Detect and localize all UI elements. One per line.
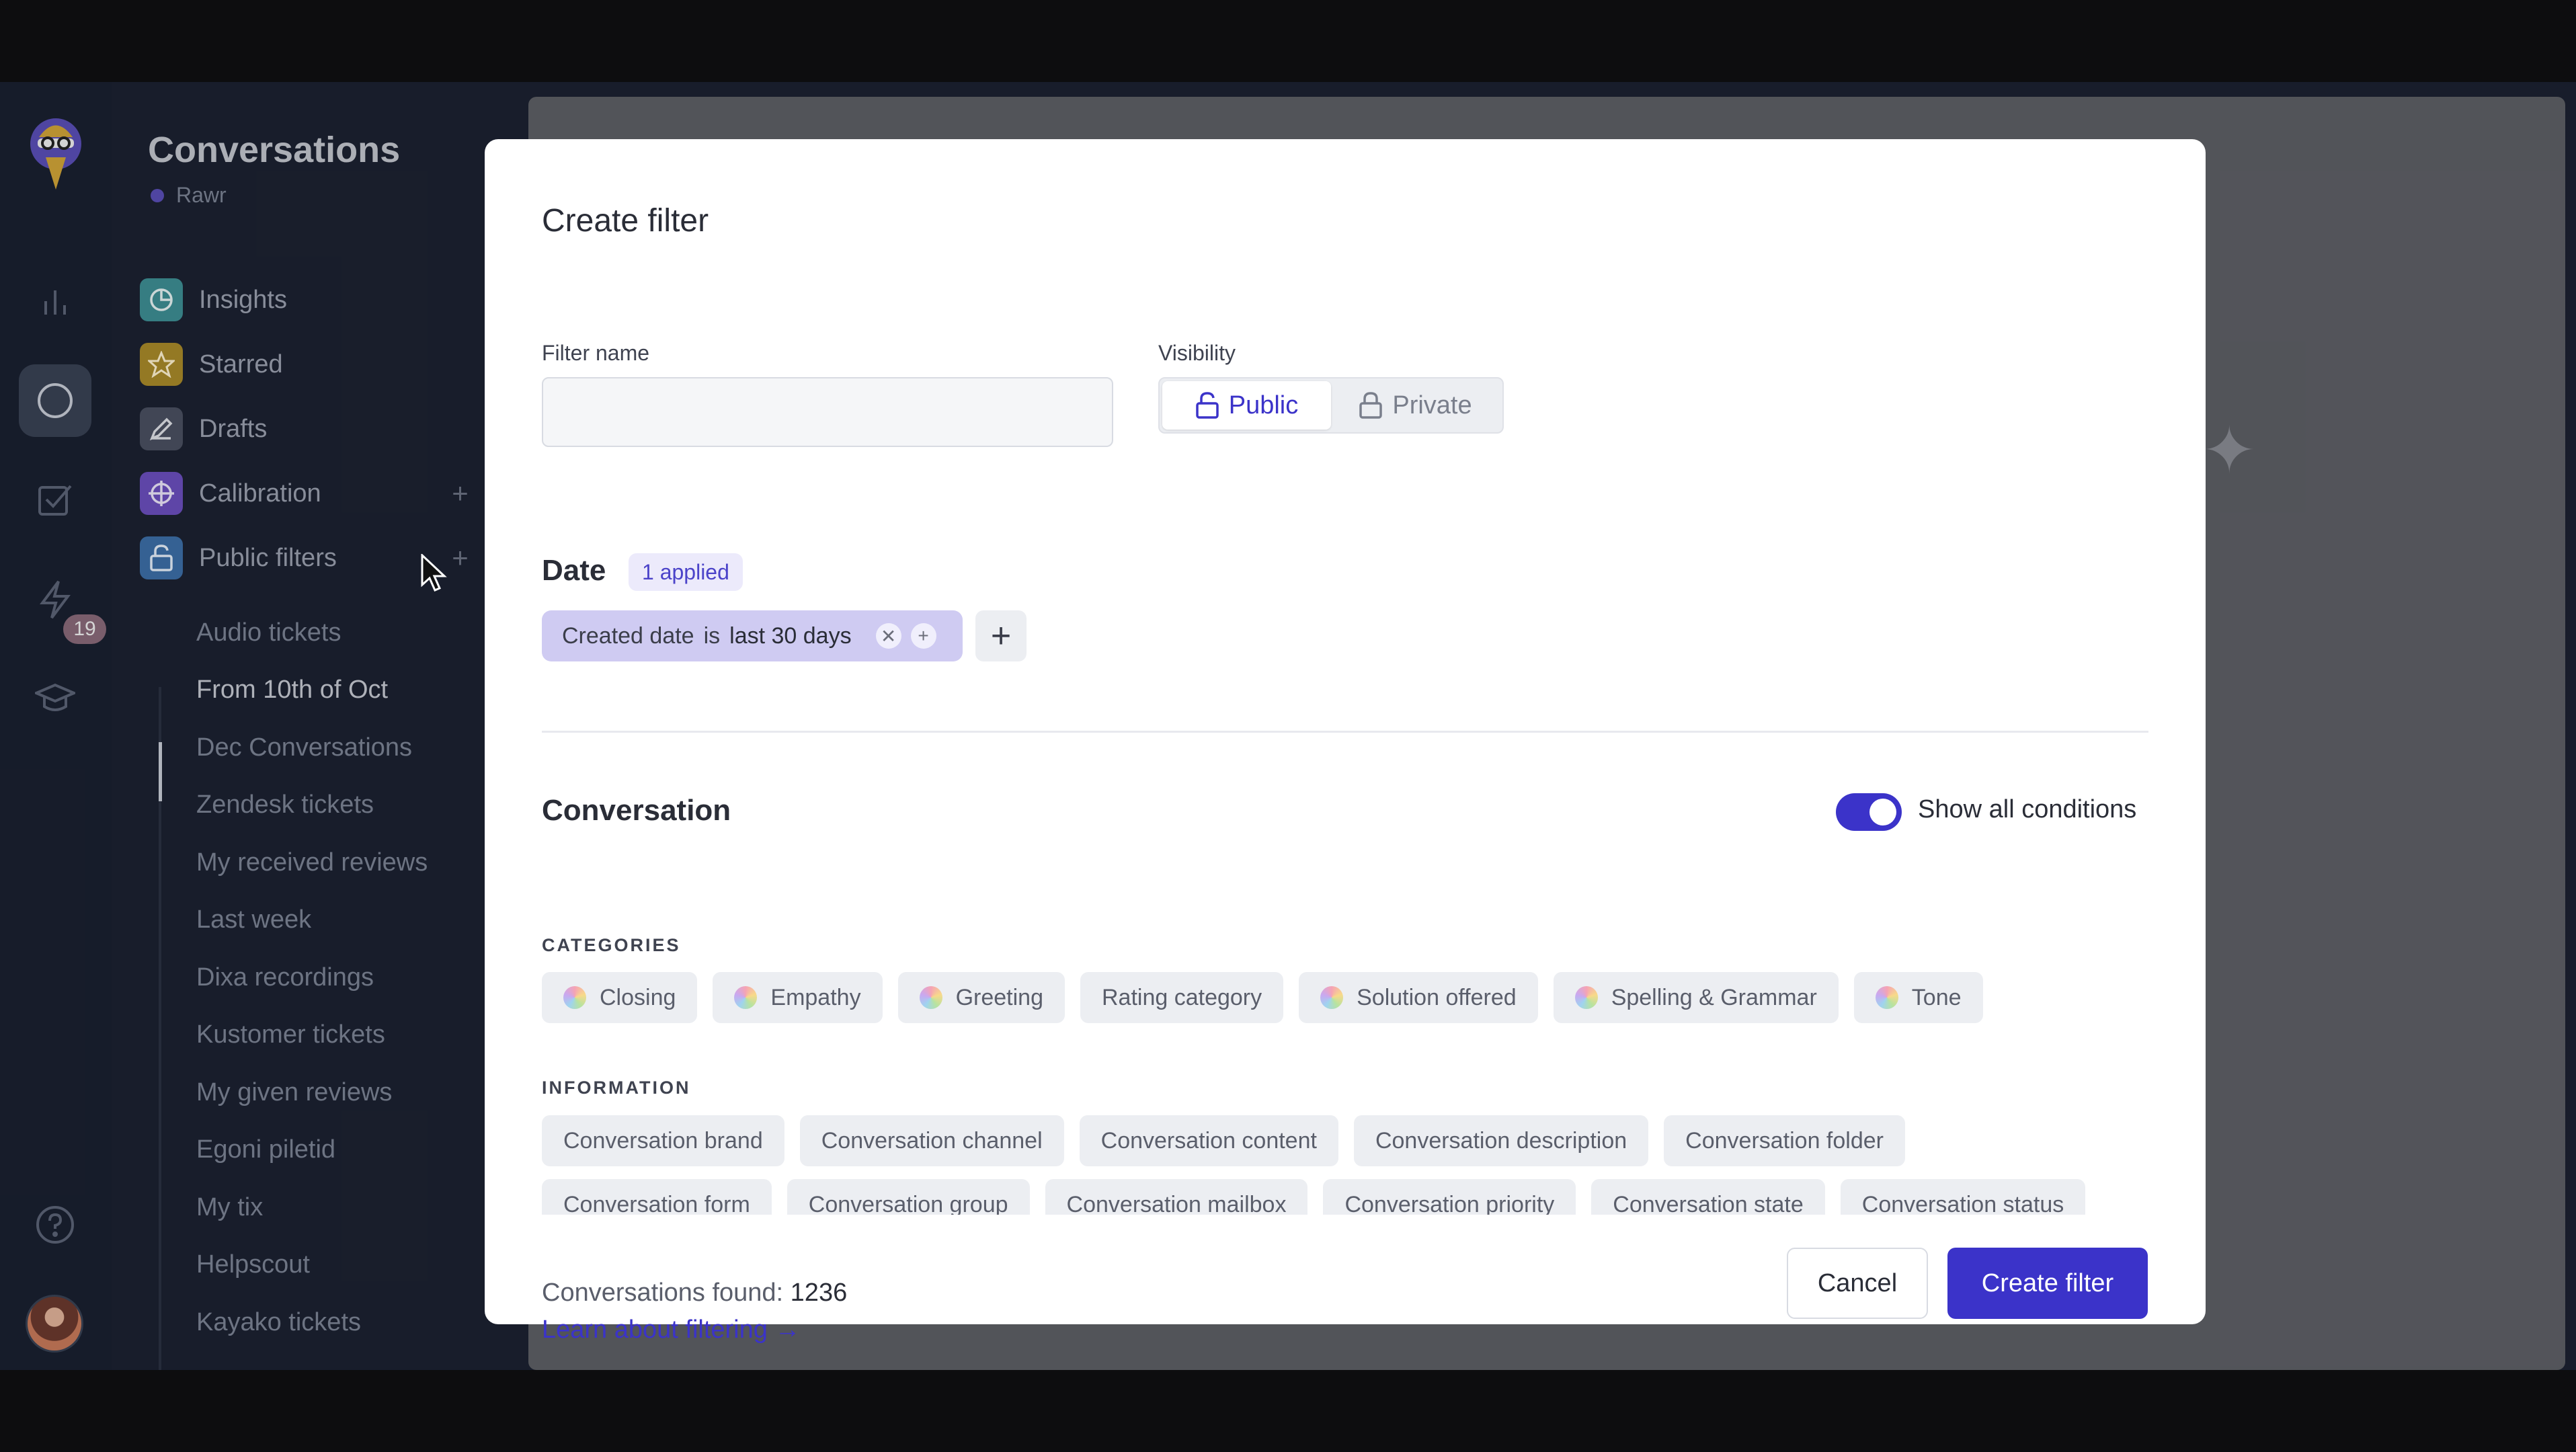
add-or-condition-icon[interactable]: + bbox=[910, 623, 936, 649]
remove-condition-icon[interactable]: ✕ bbox=[875, 623, 901, 649]
filter-name-input[interactable] bbox=[542, 377, 1113, 447]
condition-value: last 30 days bbox=[729, 622, 852, 649]
categories-chips: Closing Empathy Greeting Rating category… bbox=[542, 972, 1983, 1023]
category-chip-greeting[interactable]: Greeting bbox=[897, 972, 1065, 1023]
found-label: Conversations found: bbox=[542, 1279, 784, 1307]
toggle-knob bbox=[1869, 799, 1896, 825]
information-label: INFORMATION bbox=[542, 1078, 691, 1098]
category-color-icon bbox=[919, 986, 942, 1009]
information-chips-row-1: Conversation brand Conversation channel … bbox=[542, 1115, 1905, 1166]
chip-label: Greeting bbox=[955, 984, 1043, 1010]
conversations-found: Conversations found: 1236 bbox=[542, 1279, 847, 1307]
visibility-label: Visibility bbox=[1158, 341, 1236, 365]
show-all-conditions-toggle[interactable] bbox=[1836, 793, 1902, 831]
add-condition-button[interactable]: + bbox=[975, 610, 1027, 661]
app-screen: 19 Conversations Rawr Insights Starred D… bbox=[0, 82, 2576, 1370]
chip-label: Empathy bbox=[770, 984, 861, 1010]
visibility-toggle: Public Private bbox=[1158, 377, 1504, 434]
category-color-icon bbox=[734, 986, 758, 1009]
condition-field: Created date bbox=[562, 622, 694, 649]
info-chip[interactable]: Conversation channel bbox=[799, 1115, 1064, 1166]
applied-count-badge: 1 applied bbox=[629, 553, 743, 591]
chip-label: Solution offered bbox=[1357, 984, 1517, 1010]
mouse-cursor bbox=[421, 553, 448, 596]
visibility-public-option[interactable]: Public bbox=[1162, 381, 1331, 430]
category-chip-solution-offered[interactable]: Solution offered bbox=[1299, 972, 1538, 1023]
learn-filtering-link[interactable]: Learn about filtering → bbox=[542, 1316, 800, 1344]
chip-label: Tone bbox=[1911, 984, 1962, 1010]
conversation-section-title: Conversation bbox=[542, 794, 731, 827]
category-chip-empathy[interactable]: Empathy bbox=[713, 972, 883, 1023]
filter-name-label: Filter name bbox=[542, 341, 650, 365]
category-color-icon bbox=[1320, 986, 1344, 1009]
chip-label: Rating category bbox=[1101, 984, 1262, 1010]
category-chip-rating-category[interactable]: Rating category bbox=[1080, 972, 1284, 1023]
visibility-private-option[interactable]: Private bbox=[1331, 381, 1500, 430]
visibility-public-label: Public bbox=[1228, 391, 1299, 419]
chip-label: Spelling & Grammar bbox=[1611, 984, 1817, 1010]
info-chip[interactable]: Conversation content bbox=[1079, 1115, 1338, 1166]
lock-icon bbox=[1359, 392, 1383, 419]
date-condition-chip[interactable]: Created date is last 30 days ✕ + bbox=[542, 610, 963, 661]
category-color-icon bbox=[1574, 986, 1598, 1009]
categories-label: CATEGORIES bbox=[542, 935, 681, 955]
info-chip[interactable]: Conversation description bbox=[1353, 1115, 1649, 1166]
cancel-button[interactable]: Cancel bbox=[1787, 1248, 1928, 1319]
category-color-icon bbox=[1875, 986, 1898, 1009]
category-chip-tone[interactable]: Tone bbox=[1853, 972, 1983, 1023]
chip-label: Closing bbox=[600, 984, 676, 1010]
create-filter-button[interactable]: Create filter bbox=[1947, 1248, 2148, 1319]
condition-operator: is bbox=[703, 622, 721, 649]
create-filter-modal: Create filter Filter name Visibility Pub… bbox=[485, 139, 2206, 1344]
found-count: 1236 bbox=[790, 1279, 848, 1307]
category-chip-closing[interactable]: Closing bbox=[542, 972, 698, 1023]
date-section-title: Date bbox=[542, 554, 606, 587]
show-all-conditions-label: Show all conditions bbox=[1918, 795, 2137, 823]
unlock-icon bbox=[1196, 392, 1219, 419]
modal-title: Create filter bbox=[542, 203, 709, 239]
category-color-icon bbox=[563, 986, 586, 1009]
category-chip-spelling-grammar[interactable]: Spelling & Grammar bbox=[1553, 972, 1839, 1023]
scroll-clip bbox=[485, 1215, 2206, 1242]
info-chip[interactable]: Conversation brand bbox=[542, 1115, 784, 1166]
section-divider bbox=[542, 731, 2148, 733]
visibility-private-label: Private bbox=[1392, 391, 1472, 419]
info-chip[interactable]: Conversation folder bbox=[1664, 1115, 1905, 1166]
